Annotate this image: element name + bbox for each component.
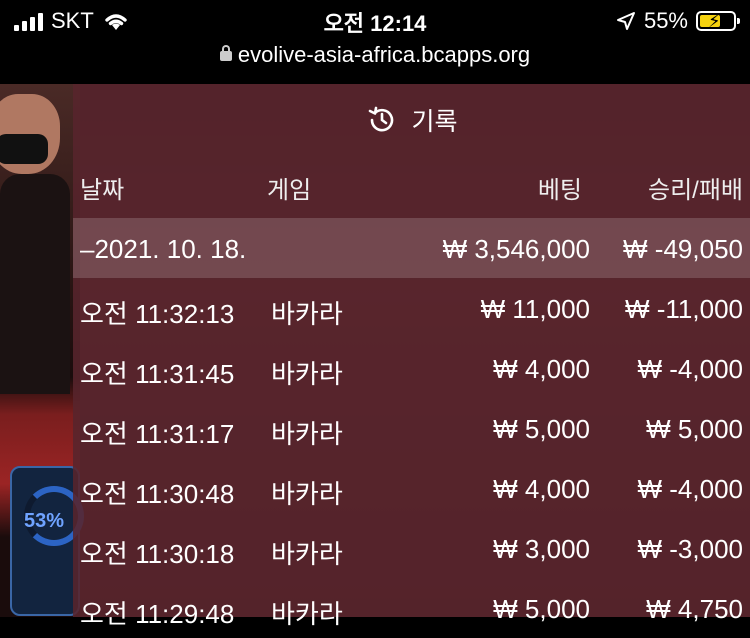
history-row[interactable]: 오전 11:31:17 바카라 ₩ 5,000 ₩ 5,000 bbox=[73, 398, 750, 458]
status-right: 55% ⚡ bbox=[616, 8, 740, 34]
row-time: 오전 11:29:48 bbox=[80, 599, 235, 629]
url-text: evolive-asia-africa.bcapps.org bbox=[237, 42, 531, 67]
column-bet: 베팅 bbox=[537, 177, 582, 204]
row-win-loss: ₩ 5,000 bbox=[646, 414, 743, 444]
date-group-row[interactable]: –2021. 10. 18. ₩ 3,546,000 ₩ -49,050 bbox=[73, 218, 750, 278]
row-time: 오전 11:30:48 bbox=[80, 479, 235, 509]
history-header: 기록 bbox=[73, 84, 750, 156]
date-group-bet: ₩ 3,546,000 bbox=[442, 234, 590, 264]
column-game: 게임 bbox=[267, 177, 312, 204]
battery-charging-icon: ⚡ bbox=[696, 11, 740, 31]
row-time: 오전 11:32:13 bbox=[80, 299, 235, 329]
history-row[interactable]: 오전 11:31:45 바카라 ₩ 4,000 ₩ -4,000 bbox=[73, 338, 750, 398]
row-win-loss: ₩ -11,000 bbox=[624, 294, 743, 324]
row-game: 바카라 bbox=[271, 479, 343, 509]
url-bar[interactable]: evolive-asia-africa.bcapps.org bbox=[0, 40, 750, 84]
history-row[interactable]: 오전 11:30:48 바카라 ₩ 4,000 ₩ -4,000 bbox=[73, 458, 750, 518]
history-row[interactable]: 오전 11:29:48 바카라 ₩ 5,000 ₩ 4,750 bbox=[73, 578, 750, 638]
row-bet: ₩ 4,000 bbox=[493, 354, 590, 384]
row-time: 오전 11:30:18 bbox=[80, 539, 235, 569]
row-game: 바카라 bbox=[271, 419, 343, 449]
row-bet: ₩ 4,000 bbox=[493, 474, 590, 504]
history-row[interactable]: 오전 11:32:13 바카라 ₩ 11,000 ₩ -11,000 bbox=[73, 278, 750, 338]
row-game: 바카라 bbox=[271, 539, 343, 569]
row-game: 바카라 bbox=[271, 599, 343, 629]
row-win-loss: ₩ -4,000 bbox=[637, 354, 744, 384]
history-row[interactable]: 오전 11:30:18 바카라 ₩ 3,000 ₩ -3,000 bbox=[73, 518, 750, 578]
history-title: 기록 bbox=[411, 108, 458, 136]
progress-card[interactable] bbox=[10, 466, 84, 616]
date-group-win-loss: ₩ -49,050 bbox=[623, 234, 743, 264]
lock-icon bbox=[219, 45, 232, 62]
progress-label: 53% bbox=[24, 510, 65, 532]
battery-percent: 55% bbox=[643, 8, 688, 33]
row-time: 오전 11:31:45 bbox=[80, 359, 235, 389]
row-bet: ₩ 5,000 bbox=[493, 594, 590, 624]
row-bet: ₩ 5,000 bbox=[493, 414, 590, 444]
date-group-date: –2021. 10. 18. bbox=[80, 234, 247, 264]
row-bet: ₩ 3,000 bbox=[493, 534, 590, 564]
history-icon bbox=[369, 106, 394, 132]
location-arrow-icon bbox=[616, 12, 635, 30]
row-game: 바카라 bbox=[271, 359, 343, 389]
column-win-loss: 승리/패배 bbox=[648, 177, 743, 204]
row-bet: ₩ 11,000 bbox=[480, 294, 590, 324]
row-win-loss: ₩ -4,000 bbox=[637, 474, 744, 504]
row-time: 오전 11:31:17 bbox=[80, 419, 235, 449]
column-date: 날짜 bbox=[80, 177, 125, 204]
row-win-loss: ₩ -3,000 bbox=[637, 534, 744, 564]
row-win-loss: ₩ 4,750 bbox=[646, 594, 743, 624]
row-game: 바카라 bbox=[271, 299, 343, 329]
status-bar: SKT 오전 12:14 55% ⚡ bbox=[0, 0, 750, 40]
history-panel: 기록 날짜 게임 베팅 승리/패배 –2021. 10. 18. ₩ 3,546… bbox=[73, 84, 750, 629]
